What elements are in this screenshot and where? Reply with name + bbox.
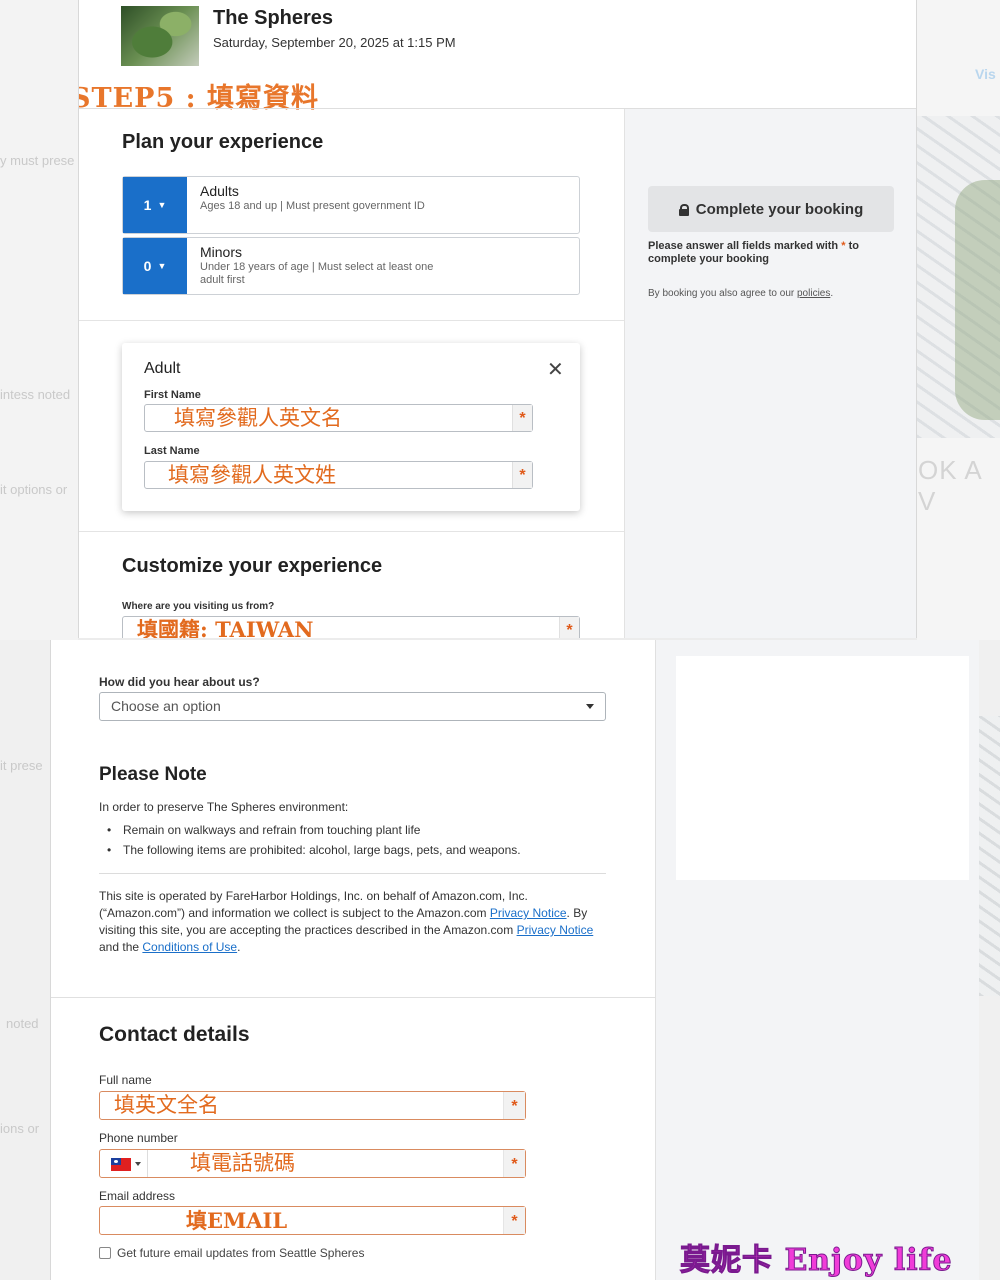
booking-sidebar-bottom [655, 640, 979, 1280]
ghost-text: it options or [0, 482, 68, 497]
full-name-label: Full name [99, 1073, 152, 1087]
input-annotation: 填寫參觀人英文姓 [168, 463, 336, 487]
last-name-input[interactable]: 填寫參觀人英文姓 * [144, 461, 533, 489]
sidebar-panel [676, 656, 969, 880]
customize-title: Customize your experience [122, 555, 383, 577]
origin-label: Where are you visiting us from? [122, 601, 275, 612]
ghost-text: it prese [0, 758, 43, 773]
first-name-label: First Name [144, 389, 201, 401]
divider [51, 997, 655, 998]
policy-text: By booking you also agree to our [648, 288, 795, 299]
chevron-down-icon [586, 704, 594, 709]
required-star-icon: * [503, 1207, 525, 1234]
quantity-dropdown-adults[interactable]: 1 ▼ [123, 177, 187, 233]
booking-sidebar: Complete your booking Please answer all … [624, 109, 916, 638]
email-updates-checkbox[interactable] [99, 1247, 111, 1259]
legal-text: . [237, 940, 241, 954]
policies-link[interactable]: policies [797, 288, 830, 299]
ghost-text: ions or [0, 1121, 40, 1136]
ticket-description: Under 18 years of age | Must select at l… [200, 261, 434, 286]
email-input[interactable]: 填EMAIL * [99, 1206, 526, 1235]
required-star-icon: * [512, 405, 532, 431]
divider [79, 320, 624, 321]
ghost-text: Vis [975, 66, 996, 82]
contact-title: Contact details [99, 1023, 250, 1046]
privacy-notice-link[interactable]: Privacy Notice [490, 906, 567, 920]
hear-label: How did you hear about us? [99, 675, 260, 689]
background-photo-foliage [955, 180, 1000, 420]
button-label: Complete your booking [695, 200, 864, 218]
phone-label: Phone number [99, 1131, 178, 1145]
legal-notice: This site is operated by FareHarbor Hold… [99, 888, 609, 956]
event-title: The Spheres [213, 7, 334, 29]
select-value: Choose an option [111, 698, 221, 714]
ticket-name: Minors [200, 244, 243, 260]
input-annotation: 填英文全名 [114, 1093, 219, 1117]
author-watermark: 莫妮卡 Enjoy life [680, 1243, 953, 1279]
list-item: Remain on walkways and refrain from touc… [99, 822, 619, 842]
ghost-text: OK A V [918, 455, 982, 516]
list-item: The following items are prohibited: alco… [99, 842, 619, 862]
input-annotation: 填電話號碼 [190, 1151, 295, 1175]
ghost-text: intess noted [0, 387, 71, 402]
please-note-title: Please Note [99, 764, 207, 785]
booking-form: Plan your experience 1 ▼ Adults Ages 18 … [79, 109, 624, 638]
chevron-down-icon [135, 1162, 141, 1166]
caret-down-icon: ▼ [157, 200, 167, 210]
phone-input[interactable]: 填電話號碼 * [99, 1149, 526, 1178]
policy-note: By booking you also agree to our policie… [648, 288, 833, 299]
event-thumbnail [121, 6, 199, 66]
taiwan-flag-icon [111, 1158, 131, 1171]
divider [79, 531, 624, 532]
quantity-value: 1 [143, 197, 152, 213]
origin-input[interactable]: 填國籍: TAIWAN * [122, 616, 580, 638]
first-name-input[interactable]: 填寫參觀人英文名 * [144, 404, 533, 432]
note-text: Please answer all fields marked with [648, 240, 839, 252]
card-title: Adult [144, 360, 181, 377]
ticket-minors: 0 ▼ Minors Under 18 years of age | Must … [122, 237, 580, 295]
hear-about-select[interactable]: Choose an option [99, 692, 606, 721]
booking-panel-bottom: How did you hear about us? Choose an opt… [50, 640, 979, 1280]
caret-down-icon: ▼ [157, 261, 167, 271]
last-name-label: Last Name [144, 445, 200, 457]
legal-text: and the [99, 940, 140, 954]
close-icon[interactable]: ✕ [547, 357, 564, 382]
ticket-name: Adults [200, 183, 239, 199]
input-annotation: 填國籍: TAIWAN [137, 617, 314, 638]
privacy-notice-link[interactable]: Privacy Notice [517, 923, 594, 937]
background-photo [979, 716, 1000, 996]
email-label: Email address [99, 1189, 176, 1203]
required-star-icon: * [512, 462, 532, 488]
required-fields-note: Please answer all fields marked with * t… [648, 240, 898, 266]
event-date: Saturday, September 20, 2025 at 1:15 PM [213, 35, 456, 50]
ghost-text: y must prese [0, 153, 75, 168]
divider [99, 873, 606, 874]
booking-panel-top: The Spheres Saturday, September 20, 2025… [78, 0, 917, 638]
conditions-of-use-link[interactable]: Conditions of Use [142, 940, 237, 954]
ghost-text: noted [6, 1016, 39, 1031]
background-page-left: y must prese intess noted it options or [0, 0, 78, 640]
input-annotation: 填寫參觀人英文名 [174, 406, 342, 430]
ticket-description: Ages 18 and up | Must present government… [200, 200, 425, 212]
please-note-intro: In order to preserve The Spheres environ… [99, 800, 349, 814]
adult-guest-card: Adult ✕ First Name 填寫參觀人英文名 * Last Name … [122, 343, 580, 511]
legal-text: This site is operated by FareHarbor Hold… [99, 889, 528, 920]
complete-booking-button[interactable]: Complete your booking [648, 186, 894, 232]
full-name-input[interactable]: 填英文全名 * [99, 1091, 526, 1120]
ticket-adults: 1 ▼ Adults Ages 18 and up | Must present… [122, 176, 580, 234]
country-code-selector[interactable] [100, 1150, 148, 1177]
plan-title: Plan your experience [122, 131, 324, 153]
quantity-dropdown-minors[interactable]: 0 ▼ [123, 238, 187, 294]
lock-icon [678, 203, 689, 216]
required-star-icon: * [841, 240, 846, 252]
required-star-icon: * [559, 617, 579, 638]
quantity-value: 0 [143, 258, 152, 274]
please-note-list: Remain on walkways and refrain from touc… [99, 822, 619, 862]
policy-text: . [830, 288, 834, 299]
email-updates-option: Get future email updates from Seattle Sp… [99, 1246, 364, 1260]
required-star-icon: * [503, 1150, 525, 1177]
required-star-icon: * [503, 1092, 525, 1119]
checkbox-label: Get future email updates from Seattle Sp… [117, 1246, 365, 1260]
input-annotation: 填EMAIL [186, 1208, 288, 1233]
